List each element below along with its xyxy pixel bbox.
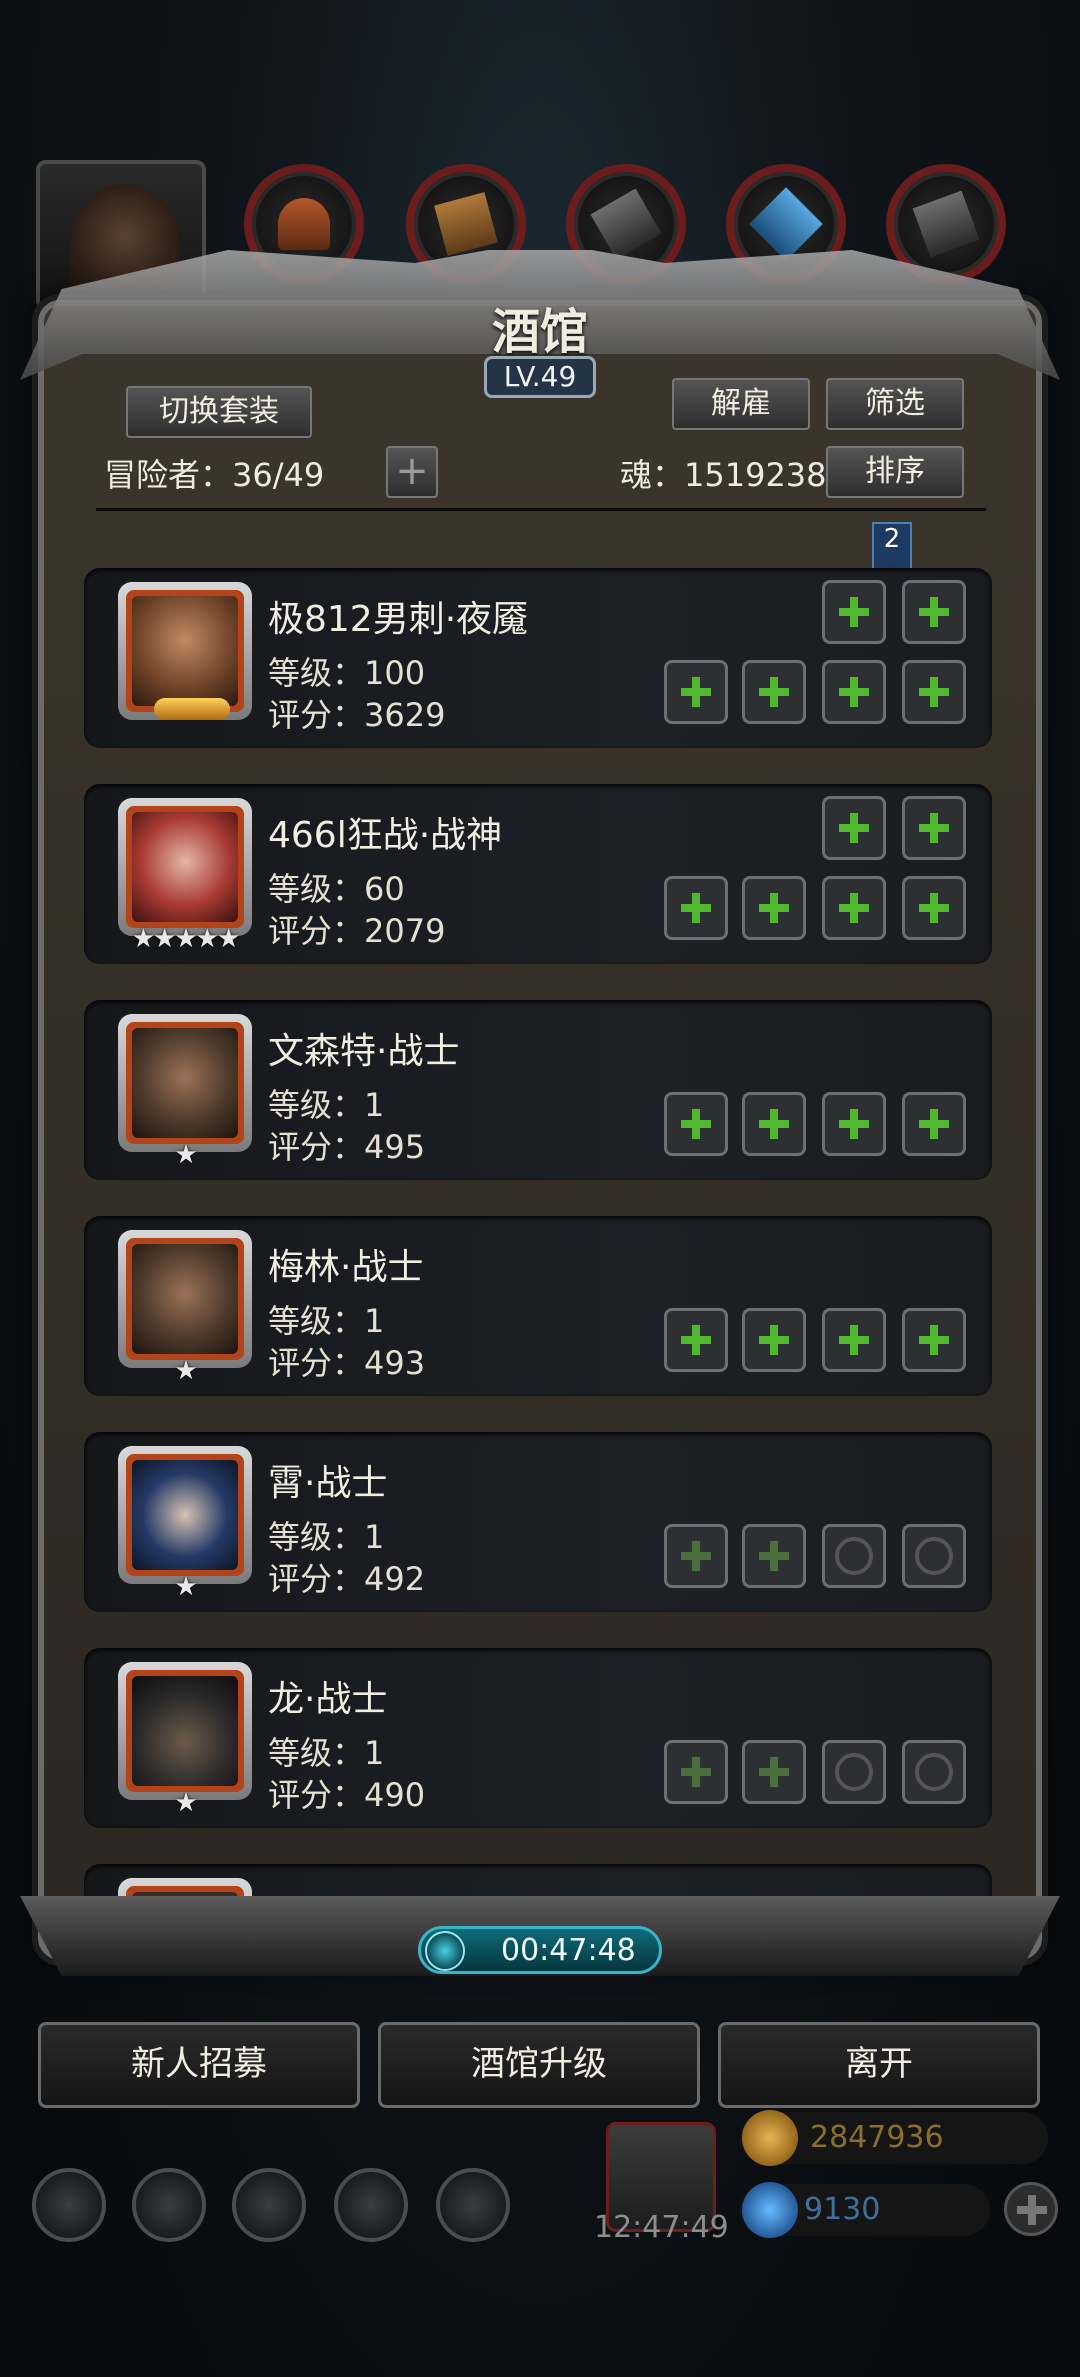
hero-score: 评分：490 [268,1776,426,1814]
star-rating: ★★★★★ [131,924,241,954]
armor-icon [434,192,498,256]
soul-count: 魂：1519238 [620,456,827,494]
hero-row[interactable]: ★ 龙·战士 等级：1 评分：490 [84,1648,992,1828]
skill-slot[interactable] [822,580,886,644]
armor-slot[interactable] [742,660,806,724]
star-rating: ★ [174,1356,197,1386]
gold-amount: 2847936 [810,2120,944,2155]
hero-score: 评分：493 [268,1344,426,1382]
boots-icon [912,190,980,258]
skill-slot[interactable] [902,796,966,860]
hero-row[interactable]: ★ 梅林·战士 等级：1 评分：493 [84,1216,992,1396]
gauntlet-icon [590,188,662,260]
gear-icon[interactable] [32,2168,106,2242]
hero-name: 文森特·战士 [268,1031,460,1072]
hero-avatar [118,1014,252,1152]
hero-score: 评分：495 [268,1128,426,1166]
mail-icon[interactable] [334,2168,408,2242]
hero-list: 极812男刺·夜魇 等级：100 评分：3629 ★★★★★ 466l狂战·战神… [84,510,992,1900]
hero-score: 评分：3629 [268,696,446,734]
recruit-button[interactable]: 新人招募 [38,2022,360,2108]
hero-row[interactable]: ★★★★★ 466l狂战·战神 等级：60 评分：2079 [84,784,992,964]
hero-level: 等级：1 [268,1086,385,1124]
refresh-timer: 00:47:48 [418,1926,662,1974]
switch-outfit-button[interactable]: 切换套装 [126,386,312,438]
hero-level: 等级：60 [268,870,405,908]
castle-icon[interactable] [232,2168,306,2242]
ring-slot[interactable] [902,660,966,724]
ring-slot[interactable] [902,876,966,940]
ring-slot[interactable] [822,660,886,724]
timer-text: 00:47:48 [501,1933,636,1968]
hero-row[interactable] [84,1864,992,1900]
ring-slot[interactable] [902,1740,966,1804]
clock-text: 12:47:49 [594,2210,729,2245]
hero-score: 评分：2079 [268,912,446,950]
weapon-slot[interactable] [664,660,728,724]
hero-avatar [118,1662,252,1800]
moon-badge-icon [154,698,230,720]
ring-slot[interactable] [902,1092,966,1156]
crystal-icon [749,187,823,261]
hero-row[interactable]: 极812男刺·夜魇 等级：100 评分：3629 [84,568,992,748]
diamond-icon [742,2182,798,2238]
refresh-icon[interactable] [425,1931,465,1971]
skill-slot[interactable] [902,580,966,644]
leave-button[interactable]: 离开 [718,2022,1040,2108]
upgrade-tavern-button[interactable]: 酒馆升级 [378,2022,700,2108]
armor-slot[interactable] [742,876,806,940]
armor-slot[interactable] [742,1524,806,1588]
gold-coin-icon [742,2110,798,2166]
ring-slot[interactable] [822,1092,886,1156]
ring-slot[interactable] [822,1524,886,1588]
page-title: 酒馆 [491,304,588,360]
weapon-slot[interactable] [664,876,728,940]
hero-name: 霄·战士 [268,1463,388,1504]
hero-level: 等级：1 [268,1302,385,1340]
shield-icon[interactable] [436,2168,510,2242]
armor-slot[interactable] [742,1092,806,1156]
hero-row[interactable]: ★ 文森特·战士 等级：1 评分：495 [84,1000,992,1180]
star-rating: ★ [174,1788,197,1818]
weapon-slot[interactable] [664,1524,728,1588]
weapon-slot[interactable] [664,1092,728,1156]
ring-slot[interactable] [822,1308,886,1372]
hero-name: 466l狂战·战神 [268,815,503,856]
hero-name: 龙·战士 [268,1679,388,1720]
hero-score: 评分：492 [268,1560,426,1598]
sort-button[interactable]: 排序 [826,446,964,498]
hero-avatar [118,1446,252,1584]
hero-avatar [118,1230,252,1368]
weapon-slot[interactable] [664,1308,728,1372]
hero-row[interactable]: ★ 霄·战士 等级：1 评分：492 [84,1432,992,1612]
hero-level: 等级：1 [268,1734,385,1772]
add-adventurer-button[interactable]: + [386,446,438,498]
ring-slot[interactable] [902,1308,966,1372]
star-medal-icon[interactable] [132,2168,206,2242]
adventurer-count: 冒险者：36/49 [104,456,325,494]
skill-slot[interactable] [822,796,886,860]
diamond-amount: 9130 [804,2192,881,2227]
hero-name: 梅林·战士 [268,1247,424,1288]
ring-slot[interactable] [822,1740,886,1804]
star-rating: ★ [174,1572,197,1602]
hero-level: 等级：1 [268,1518,385,1556]
armor-slot[interactable] [742,1740,806,1804]
hero-avatar [118,798,252,936]
hero-name: 极812男刺·夜魇 [268,599,529,640]
ring-slot[interactable] [822,876,886,940]
weapon-slot[interactable] [664,1740,728,1804]
hero-level: 等级：100 [268,654,426,692]
filter-button[interactable]: 筛选 [826,378,964,430]
add-currency-button[interactable] [1004,2182,1058,2236]
helmet-icon [278,198,330,250]
star-rating: ★ [174,1140,197,1170]
armor-slot[interactable] [742,1308,806,1372]
tavern-level-badge: LV.49 [484,356,596,398]
ring-slot[interactable] [902,1524,966,1588]
dismiss-button[interactable]: 解雇 [672,378,810,430]
